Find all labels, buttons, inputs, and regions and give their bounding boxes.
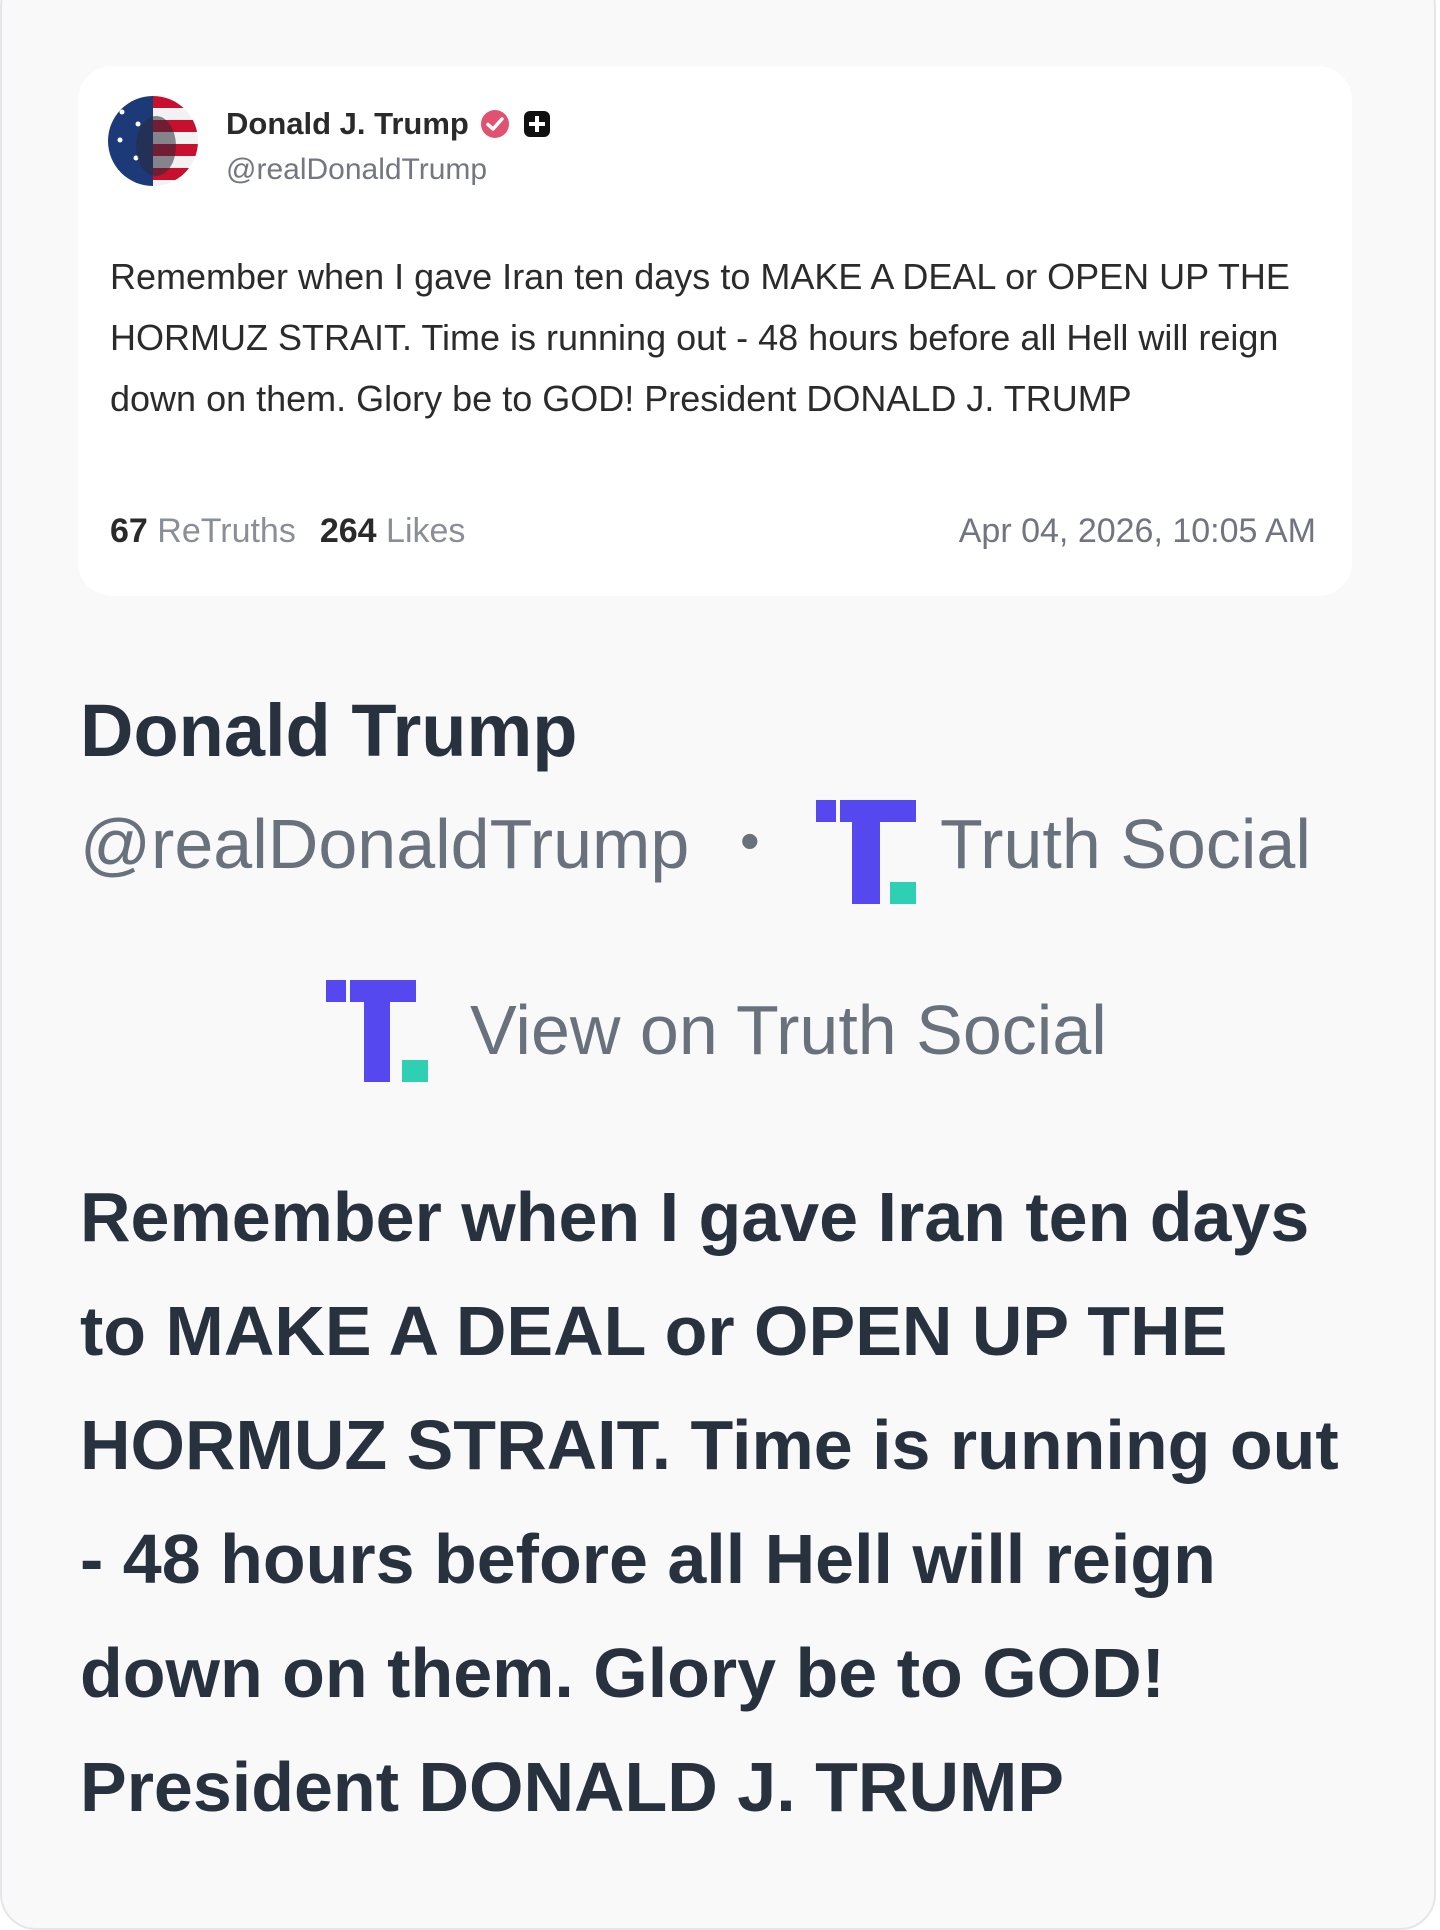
view-link-label: View on Truth Social [470,991,1107,1069]
retruths-count: 67 [110,512,148,550]
post-text: Remember when I gave Iran ten days to MA… [110,256,1290,419]
platform-label[interactable]: Truth Social [940,804,1311,884]
truth-social-logo-icon [326,980,428,1082]
post-stats: 67 ReTruths 264 Likes [110,512,465,551]
retruths-stat[interactable]: 67 ReTruths [110,512,296,550]
embed-title: Donald Trump [80,689,578,772]
author-handle[interactable]: @realDonaldTrump [226,153,487,187]
author-name[interactable]: Donald J. Trump [226,106,469,142]
avatar[interactable] [108,96,198,186]
truth-social-logo-icon [816,800,916,904]
likes-stat[interactable]: 264 Likes [320,512,466,550]
likes-label: Likes [386,512,466,550]
view-on-truth-social-link[interactable]: View on Truth Social [326,980,1126,1090]
likes-count: 264 [319,512,377,550]
embed-post-body: Remember when I gave Iran ten days to MA… [80,1178,1339,1826]
embed-meta-row: @realDonaldTrump • Truth Social [80,800,1320,904]
post-card[interactable]: Donald J. Trump @realDonaldTrump Remembe… [78,66,1352,596]
author-name-row[interactable]: Donald J. Trump [226,106,553,142]
avatar-image [108,96,198,186]
plus-square-icon [523,111,550,137]
verified-badge-icon [480,110,509,138]
embed-handle[interactable]: @realDonaldTrump [80,804,689,884]
retruths-label: ReTruths [157,512,296,550]
separator-dot: • [740,809,760,872]
post-timestamp[interactable]: Apr 04, 2026, 10:05 AM [959,512,1316,551]
